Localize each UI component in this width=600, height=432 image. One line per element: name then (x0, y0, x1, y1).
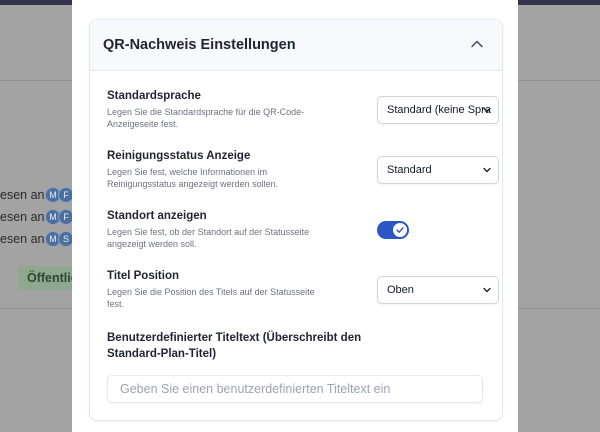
qr-settings-card: QR-Nachweis Einstellungen Standardsprach… (89, 19, 503, 421)
card-title: QR-Nachweis Einstellungen (103, 37, 296, 53)
show-location-toggle[interactable] (377, 221, 409, 239)
setting-cleaning-status: Reinigungsstatus Anzeige Legen Sie fest,… (107, 150, 499, 190)
toggle-knob (393, 223, 407, 237)
avatar-group: M F (45, 209, 74, 225)
select-value: Standard (387, 164, 432, 176)
chevron-down-icon (483, 167, 491, 173)
setting-show-location: Standort anzeigen Legen Sie fest, ob der… (107, 210, 497, 250)
setting-default-language: Standardsprache Legen Sie die Standardsp… (107, 90, 499, 130)
setting-description: Legen Sie die Position des Titels auf de… (107, 287, 315, 309)
setting-title-position: Titel Position Legen Sie die Position de… (107, 270, 499, 310)
select-value: Standard (keine Spra (387, 104, 491, 116)
settings-modal: QR-Nachweis Einstellungen Standardsprach… (72, 0, 518, 432)
setting-label: Standort anzeigen (107, 210, 207, 222)
avatar-group: M S (45, 231, 74, 247)
custom-title-label: Benutzerdefinierter Titeltext (Überschre… (107, 332, 362, 360)
select-value: Oben (387, 284, 414, 296)
setting-description: Legen Sie die Standardsprache für die QR… (107, 107, 305, 129)
chevron-up-icon[interactable] (470, 37, 484, 51)
background-row-label: esen an: (0, 210, 48, 224)
title-position-select[interactable]: Oben (377, 276, 499, 304)
avatar-group: M F (45, 187, 74, 203)
custom-title-input[interactable] (107, 375, 483, 403)
setting-description: Legen Sie fest, ob der Standort auf der … (107, 227, 310, 249)
cleaning-status-select[interactable]: Standard (377, 156, 499, 184)
background-row-label: esen an: (0, 188, 48, 202)
chevron-down-icon (483, 107, 491, 113)
card-header[interactable]: QR-Nachweis Einstellungen (90, 20, 502, 71)
check-icon (396, 227, 404, 233)
background-row-label: esen an: (0, 232, 48, 246)
default-language-select[interactable]: Standard (keine Spra (377, 96, 499, 124)
chevron-down-icon (483, 287, 491, 293)
setting-description: Legen Sie fest, welche Informationen im … (107, 167, 279, 189)
